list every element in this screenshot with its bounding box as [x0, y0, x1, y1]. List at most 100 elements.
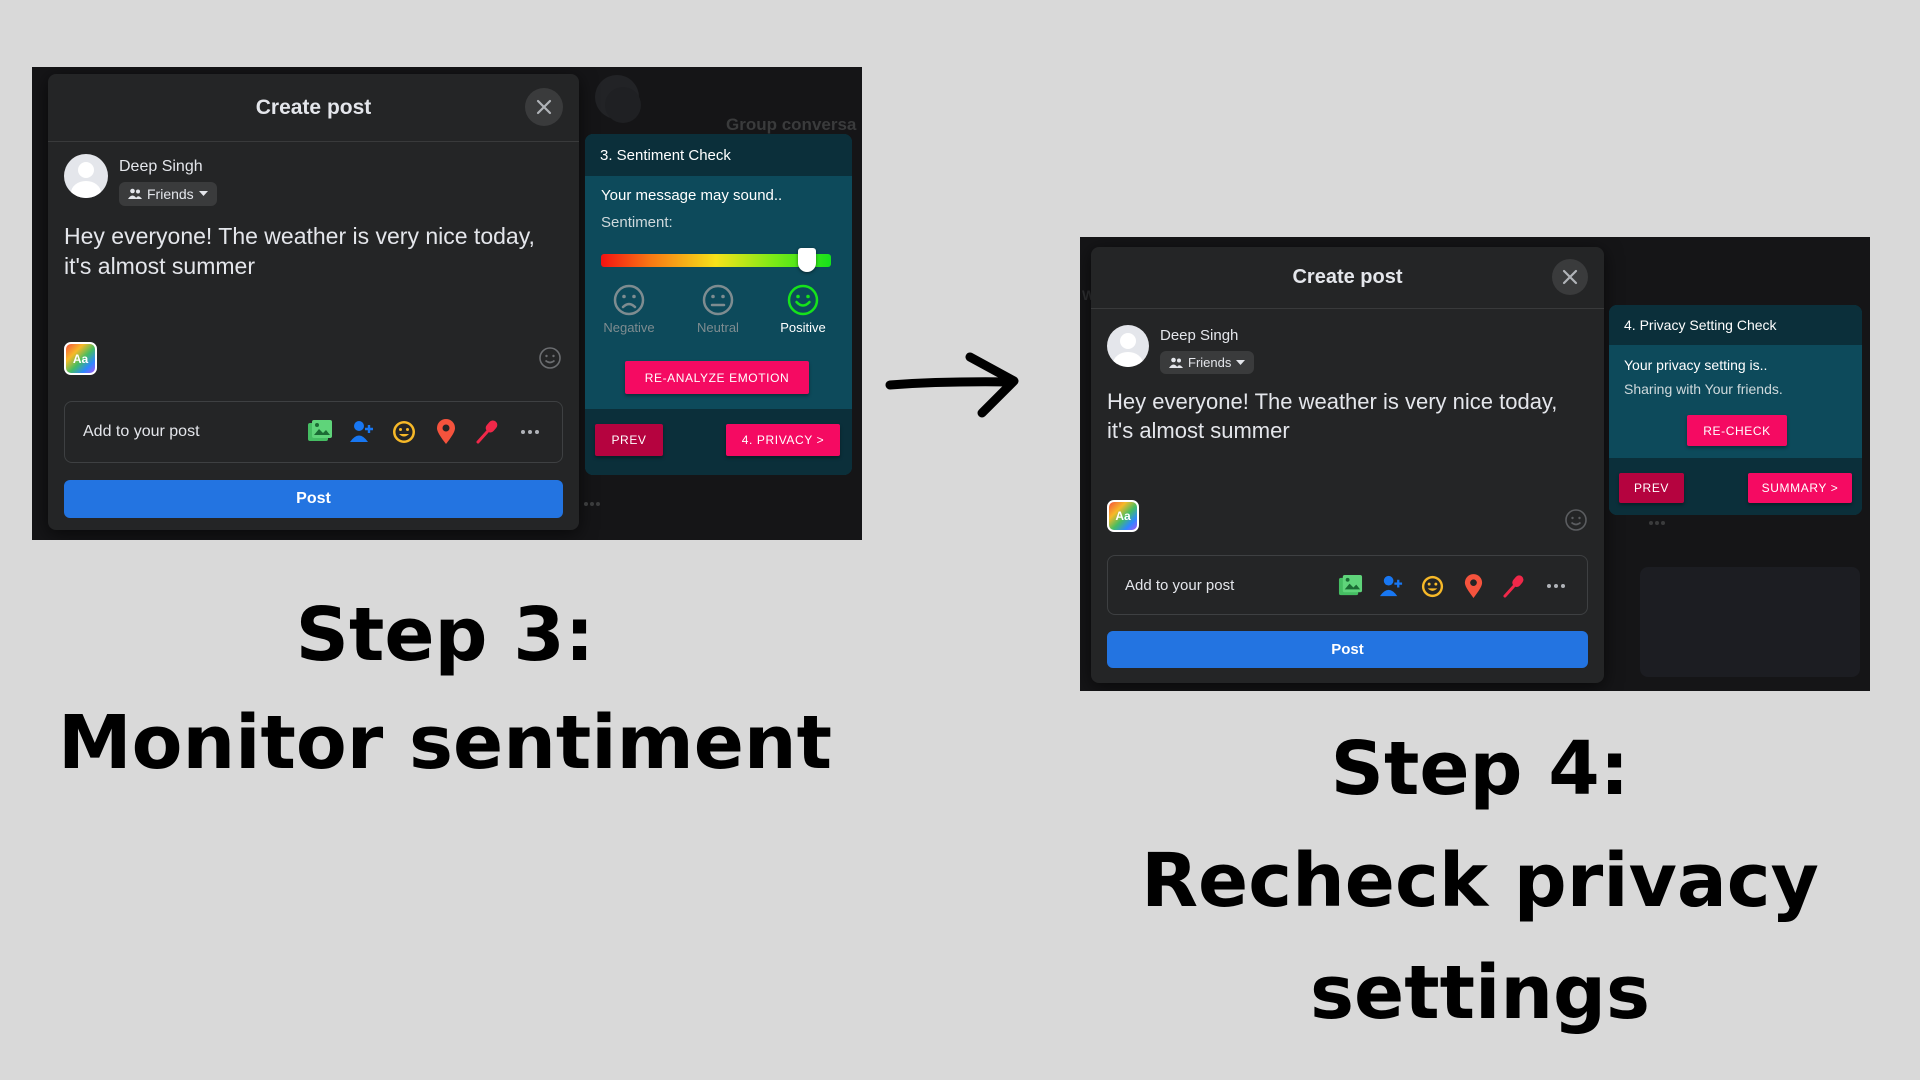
tag-people-button[interactable]: [1371, 571, 1412, 601]
next-privacy-button[interactable]: 4. PRIVACY >: [726, 424, 840, 456]
add-to-post-icons: [1330, 571, 1576, 601]
sentiment-message: Your message may sound..: [601, 187, 783, 204]
location-button[interactable]: [425, 417, 467, 447]
close-button[interactable]: [1552, 259, 1588, 295]
modal-title: Create post: [1292, 266, 1403, 288]
emoji-icon[interactable]: [1564, 508, 1588, 532]
post-text-line-2: it's almost summer: [64, 253, 255, 279]
panel-title: 4. Privacy Setting Check: [1609, 305, 1862, 345]
location-icon: [437, 419, 455, 444]
chevron-down-icon: [1236, 359, 1246, 365]
sentiment-slider[interactable]: [601, 248, 831, 272]
audience-selector[interactable]: Friends: [1160, 351, 1255, 374]
chevron-down-icon: [198, 191, 208, 196]
sentiment-option-neutral: Neutral: [678, 284, 758, 335]
sentiment-option-positive: Positive: [763, 284, 843, 335]
more-icon: [521, 430, 539, 434]
live-button[interactable]: [467, 417, 509, 447]
post-text-line-1: Hey everyone! The weather is very nice t…: [1107, 389, 1558, 414]
post-text-line-1: Hey everyone! The weather is very nice t…: [64, 223, 535, 249]
background-color-button[interactable]: Aa: [1107, 500, 1139, 532]
sentiment-option-label: Negative: [603, 320, 655, 335]
next-summary-button[interactable]: SUMMARY >: [1748, 473, 1852, 503]
arrow-icon: [885, 352, 1019, 418]
background-arrow-circle: [605, 87, 641, 123]
more-icon: [1546, 584, 1565, 588]
close-icon: [1562, 269, 1578, 285]
sad-face-icon: [613, 284, 645, 316]
tag-people-button[interactable]: [341, 417, 383, 447]
create-post-modal: Create post Deep Singh Friends Hey every…: [1091, 247, 1604, 683]
user-name: Deep Singh: [1160, 327, 1239, 344]
audience-label: Friends: [147, 186, 194, 202]
audience-label: Friends: [1188, 355, 1232, 370]
feeling-icon: [1421, 575, 1444, 597]
post-button[interactable]: Post: [64, 480, 563, 518]
add-to-post-label: Add to your post: [1125, 576, 1235, 594]
more-options-button[interactable]: [509, 417, 551, 447]
prev-button[interactable]: PREV: [1619, 473, 1684, 503]
step4-caption-line-2: Recheck privacy: [1141, 838, 1819, 924]
more-icon: [1649, 521, 1665, 525]
step3-screenshot: Group conversa Create post Deep Singh Fr…: [32, 67, 862, 540]
sentiment-option-label: Positive: [780, 320, 826, 335]
modal-header: Create post: [1091, 247, 1604, 309]
modal-title: Create post: [255, 95, 372, 119]
photo-icon: [1338, 574, 1363, 595]
friends-icon: [128, 188, 142, 199]
post-text-line-2: it's almost summer: [1107, 418, 1290, 443]
post-text[interactable]: Hey everyone! The weather is very nice t…: [64, 221, 535, 281]
friends-icon: [1169, 357, 1183, 368]
background-thumbnail: [1640, 567, 1860, 677]
live-mic-icon: [1503, 574, 1524, 598]
feeling-button[interactable]: [383, 417, 425, 447]
add-to-post-row: Add to your post: [64, 401, 563, 463]
sentiment-option-negative: Negative: [589, 284, 669, 335]
panel-title: 3. Sentiment Check: [585, 134, 852, 176]
step4-screenshot: W Create post Deep Singh Friends Hey eve…: [1080, 237, 1870, 691]
step3-caption-line-2: Monitor sentiment: [57, 700, 832, 786]
more-icon: [584, 502, 600, 506]
live-button[interactable]: [1494, 571, 1535, 601]
emoji-icon[interactable]: [538, 346, 562, 370]
add-to-post-row: Add to your post: [1107, 555, 1588, 615]
photo-video-button[interactable]: [299, 417, 341, 447]
privacy-message: Your privacy setting is..: [1624, 357, 1768, 373]
add-to-post-label: Add to your post: [83, 423, 200, 440]
reanalyze-emotion-button[interactable]: RE-ANALYZE EMOTION: [625, 361, 809, 394]
privacy-sub-message: Sharing with Your friends.: [1624, 381, 1783, 397]
step3-caption-line-1: Step 3:: [295, 592, 595, 678]
close-icon: [536, 99, 552, 115]
tag-people-icon: [350, 421, 373, 442]
photo-video-button[interactable]: [1330, 571, 1371, 601]
add-to-post-icons: [299, 417, 551, 447]
neutral-face-icon: [702, 284, 734, 316]
happy-face-icon: [787, 284, 819, 316]
post-button[interactable]: Post: [1107, 631, 1588, 668]
close-button[interactable]: [525, 88, 563, 126]
step4-caption-line-3: settings: [1309, 950, 1651, 1036]
sentiment-slider-thumb[interactable]: [798, 248, 817, 272]
location-button[interactable]: [1453, 571, 1494, 601]
sentiment-label: Sentiment:: [601, 214, 673, 231]
photo-icon: [308, 420, 332, 441]
live-mic-icon: [476, 420, 498, 444]
avatar: [1107, 325, 1149, 367]
audience-selector[interactable]: Friends: [119, 182, 217, 206]
create-post-modal: Create post Deep Singh Friends Hey every…: [48, 74, 579, 530]
recheck-button[interactable]: RE-CHECK: [1687, 415, 1787, 446]
feeling-icon: [393, 421, 415, 443]
prev-button[interactable]: PREV: [595, 424, 663, 456]
avatar: [64, 154, 108, 198]
tag-people-icon: [1379, 575, 1403, 596]
user-name: Deep Singh: [119, 158, 203, 175]
feeling-button[interactable]: [1412, 571, 1453, 601]
step4-caption-line-1: Step 4:: [1330, 726, 1630, 812]
more-options-button[interactable]: [1535, 571, 1576, 601]
post-text[interactable]: Hey everyone! The weather is very nice t…: [1107, 387, 1557, 445]
sentiment-option-label: Neutral: [697, 320, 739, 335]
background-color-button[interactable]: Aa: [64, 342, 97, 375]
background-text: Group conversa: [726, 115, 857, 134]
location-icon: [1464, 573, 1483, 598]
sentiment-check-panel: 3. Sentiment Check Your message may soun…: [585, 134, 852, 475]
